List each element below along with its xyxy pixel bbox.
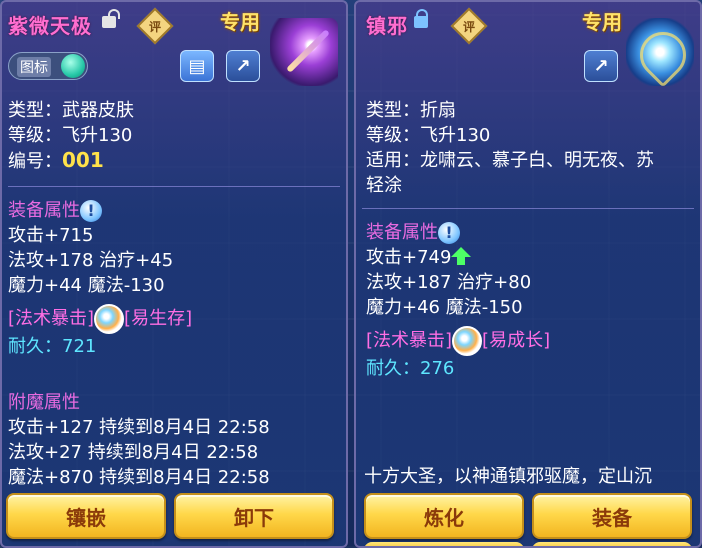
book-button[interactable]: ▤ <box>180 50 214 82</box>
durability: 耐久：721 <box>8 336 97 357</box>
item-fit-cont: 轻涂 <box>366 175 402 196</box>
attr-line: 攻击+715 <box>8 225 94 246</box>
attr-line: 法攻+178 治疗+45 <box>8 250 174 271</box>
item-type: 类型：武器皮肤 <box>8 100 134 121</box>
attr-line: 攻击+749 <box>366 247 452 268</box>
item-description: 十方大圣，以神通镇邪驱魔，定山沉 <box>364 466 652 487</box>
divider <box>8 186 340 187</box>
share-icon: ↗ <box>235 55 251 77</box>
durability: 耐久：276 <box>366 358 455 379</box>
item-info: 类型：武器皮肤 等级：飞升130 编号：001 <box>8 98 134 174</box>
item-id-value: 001 <box>62 148 104 172</box>
divider <box>362 208 694 209</box>
share-button[interactable]: ↗ <box>226 50 260 82</box>
skill-row: [法术暴击] [易成长] <box>366 326 550 356</box>
skill-icon[interactable] <box>452 326 483 356</box>
enchant-title: 附魔属性 <box>8 392 80 413</box>
equip-attr-title: 装备属性 <box>8 200 80 221</box>
book-icon: ▤ <box>188 55 206 77</box>
item-id: 编号：001 <box>8 148 104 172</box>
equip-attr-title: 装备属性 <box>366 222 438 243</box>
icon-toggle[interactable]: 图标 <box>8 52 88 80</box>
fan-weapon-icon <box>626 18 694 86</box>
enchant-line: 法攻+27 持续到8月4日 22:58 <box>8 442 259 463</box>
item-tooltip-left: 紫微天极 评 专用 图标 ▤ ↗ 类型：武器皮肤 等级：飞升130 编号：001… <box>0 0 348 548</box>
equip-attributes: 装备属性! 攻击+715 法攻+178 治疗+45 魔力+44 魔法-130 [… <box>8 198 192 359</box>
button-edge <box>364 542 524 546</box>
rating-badge[interactable]: 评 <box>136 7 174 45</box>
skill-icon[interactable] <box>94 304 125 334</box>
enchant-line: 魔法+870 持续到8月4日 22:58 <box>8 467 270 488</box>
item-type: 类型：折扇 <box>366 100 456 121</box>
rating-badge[interactable]: 评 <box>450 7 488 45</box>
attr-line: 魔力+44 魔法-130 <box>8 275 165 296</box>
item-fit: 适用：龙啸云、慕子白、明无夜、苏 <box>366 150 654 171</box>
equip-attributes: 装备属性! 攻击+749 法攻+187 治疗+80 魔力+46 魔法-150 [… <box>366 220 550 381</box>
inlay-button[interactable]: 镶嵌 <box>6 493 166 539</box>
lock-icon[interactable] <box>414 9 428 28</box>
item-info: 类型：折扇 等级：飞升130 适用：龙啸云、慕子白、明无夜、苏 轻涂 <box>366 98 654 198</box>
durability-value: 276 <box>420 358 455 379</box>
toggle-label: 图标 <box>17 57 51 77</box>
durability-value: 721 <box>62 336 97 357</box>
item-level: 等级：飞升130 <box>366 125 491 146</box>
item-level: 等级：飞升130 <box>8 125 133 146</box>
weapon-skin-icon <box>270 18 338 86</box>
exclusive-label: 专用 <box>220 10 260 34</box>
green-up-arrow-icon <box>451 247 472 265</box>
info-icon[interactable]: ! <box>438 222 460 244</box>
enchant-attributes: 附魔属性 攻击+127 持续到8月4日 22:58 法攻+27 持续到8月4日 … <box>8 390 270 490</box>
button-edge <box>532 542 692 546</box>
unlock-icon[interactable] <box>102 9 120 28</box>
exclusive-label: 专用 <box>582 10 622 34</box>
equip-button[interactable]: 装备 <box>532 493 692 539</box>
attr-line: 魔力+46 魔法-150 <box>366 297 523 318</box>
attr-line: 法攻+187 治疗+80 <box>366 272 532 293</box>
remove-button[interactable]: 卸下 <box>174 493 334 539</box>
item-tooltip-right: 镇邪 评 专用 ↗ 类型：折扇 等级：飞升130 适用：龙啸云、慕子白、明无夜、… <box>354 0 702 548</box>
share-icon: ↗ <box>593 55 609 77</box>
enchant-line: 攻击+127 持续到8月4日 22:58 <box>8 417 270 438</box>
share-button[interactable]: ↗ <box>584 50 618 82</box>
refine-button[interactable]: 炼化 <box>364 493 524 539</box>
skill-row: [法术暴击] [易生存] <box>8 304 192 334</box>
item-name: 紫微天极 <box>8 14 92 38</box>
info-icon[interactable]: ! <box>80 200 102 222</box>
item-name: 镇邪 <box>366 14 408 38</box>
toggle-knob <box>61 54 85 78</box>
